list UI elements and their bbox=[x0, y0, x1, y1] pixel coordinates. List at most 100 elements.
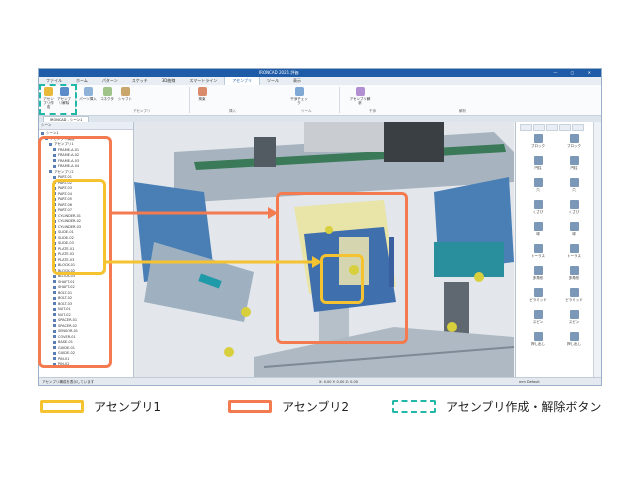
catalog-tool-button[interactable] bbox=[520, 124, 532, 131]
menu-item[interactable]: 表示 bbox=[286, 77, 308, 85]
tree-item[interactable]: PIN-02 bbox=[53, 362, 69, 367]
3d-viewport[interactable] bbox=[134, 122, 514, 377]
tree-item[interactable]: アセンブリ1 bbox=[49, 142, 74, 147]
catalog-item[interactable]: トーラス bbox=[558, 244, 590, 259]
tree-item[interactable]: FRAME-A-01 bbox=[53, 148, 79, 153]
menu-item[interactable]: ツール bbox=[260, 77, 286, 85]
catalog-item[interactable]: 押し出し bbox=[558, 332, 590, 347]
tree-item[interactable]: PART-07 bbox=[53, 208, 72, 213]
tree-item[interactable]: FRAME-A-03 bbox=[53, 159, 79, 164]
tree-item[interactable]: SPACER-01 bbox=[53, 318, 77, 323]
menu-item[interactable]: ホーム bbox=[69, 77, 95, 85]
tree-item[interactable]: BOLT-03 bbox=[53, 302, 72, 307]
tree-item[interactable]: NUT-01 bbox=[53, 307, 71, 312]
create-assembly-button[interactable]: アセンブリ作成 bbox=[42, 87, 55, 109]
tree-item[interactable]: SLIDE-01 bbox=[53, 230, 74, 235]
tree-item[interactable]: FRAME-A-04 bbox=[53, 164, 79, 169]
ribbon-button-interference[interactable]: 干渉チェック bbox=[289, 87, 309, 105]
tree-item[interactable]: PART-03 bbox=[53, 186, 72, 191]
catalog-item[interactable]: トーラス bbox=[522, 244, 554, 259]
tree-item[interactable]: BASE-01 bbox=[53, 340, 73, 345]
catalog-item[interactable]: 押し出し bbox=[522, 332, 554, 347]
tree-item[interactable]: GUIDE-02 bbox=[53, 351, 75, 356]
tree-item-label: PIN-02 bbox=[58, 362, 70, 366]
tree-item[interactable]: FRAME-A-02 bbox=[53, 153, 79, 158]
tree-item[interactable]: BOLT-02 bbox=[53, 296, 72, 301]
tree-item[interactable]: SLIDE-03 bbox=[53, 241, 74, 246]
catalog-item[interactable]: くさび bbox=[522, 200, 554, 215]
menu-item[interactable]: スケッチ bbox=[125, 77, 155, 85]
tree-item[interactable]: SENSOR-01 bbox=[53, 329, 78, 334]
tree-item[interactable]: PLATE-03 bbox=[53, 258, 74, 263]
catalog-tool-button[interactable] bbox=[572, 124, 584, 131]
dimension-marker bbox=[389, 237, 394, 287]
catalog-item[interactable]: 円柱 bbox=[558, 156, 590, 171]
tree-item-label: NUT-01 bbox=[58, 307, 71, 311]
tree-item-label: アセンブリ1 bbox=[54, 142, 74, 146]
catalog-tool-button[interactable] bbox=[546, 124, 558, 131]
tree-item[interactable]: PLATE-01 bbox=[53, 247, 74, 252]
tree-item[interactable]: PLATE-02 bbox=[53, 252, 74, 257]
catalog-tool-button[interactable] bbox=[533, 124, 545, 131]
tree-item-label: SENSOR-01 bbox=[58, 329, 79, 333]
tree-item[interactable]: CYLINDER-03 bbox=[53, 225, 81, 230]
ribbon-button-constraint[interactable]: 拘束 bbox=[194, 87, 210, 101]
tree-item[interactable]: PART-01 bbox=[53, 175, 72, 180]
part-icon bbox=[53, 362, 56, 366]
tree-item[interactable]: SHAFT-01 bbox=[53, 280, 75, 285]
menu-item[interactable]: アセンブリ bbox=[224, 77, 261, 85]
tree-item-label: GUIDE-02 bbox=[58, 351, 75, 355]
tree-item[interactable]: CYLINDER-02 bbox=[53, 219, 81, 224]
tree-item[interactable]: BLOCK-03 bbox=[53, 274, 75, 279]
tree-item[interactable]: BLOCK-01 bbox=[53, 263, 75, 268]
tree-item-label: PART-01 bbox=[58, 175, 72, 179]
catalog-item[interactable]: スピン bbox=[558, 310, 590, 325]
tree-item[interactable]: BOLT-01 bbox=[53, 291, 72, 296]
window-controls[interactable]: — ▢ ✕ bbox=[553, 69, 597, 77]
catalog-item[interactable]: 球 bbox=[522, 222, 554, 237]
tree-item[interactable]: CYLINDER-01 bbox=[53, 214, 81, 219]
tree-item[interactable]: NUT-02 bbox=[53, 313, 71, 318]
shape-icon bbox=[533, 288, 543, 297]
tree-item[interactable]: シーン1 bbox=[41, 131, 59, 136]
catalog-item[interactable]: ブロック bbox=[558, 134, 590, 149]
tree-item[interactable]: PIN-01 bbox=[53, 357, 69, 362]
tree-item[interactable]: PART-04 bbox=[53, 192, 72, 197]
tree-item[interactable]: PART-05 bbox=[53, 197, 72, 202]
tree-item[interactable]: PART-02 bbox=[53, 181, 72, 186]
ribbon-button-connector[interactable]: コネクタ bbox=[99, 87, 115, 101]
catalog-item[interactable]: ピラミッド bbox=[558, 288, 590, 303]
tree-item[interactable]: アセンブリ2 bbox=[49, 170, 74, 175]
ribbon-button-analysis[interactable]: アセンブリ解析 bbox=[349, 87, 371, 105]
catalog-item[interactable]: ピラミッド bbox=[522, 288, 554, 303]
dissolve-assembly-button[interactable]: アセンブリ解除 bbox=[57, 87, 71, 105]
catalog-item[interactable]: 穴 bbox=[558, 178, 590, 193]
catalog-tab-strip[interactable] bbox=[593, 122, 601, 377]
menu-item[interactable]: ファイル bbox=[39, 77, 69, 85]
ribbon-button-insert-part[interactable]: パーツ挿入 bbox=[79, 87, 97, 101]
tree-item[interactable]: SLIDE-02 bbox=[53, 236, 74, 241]
tree-item[interactable]: SPACER-02 bbox=[53, 324, 77, 329]
tree-item[interactable]: BLOCK-02 bbox=[53, 269, 75, 274]
ribbon-button-shaft[interactable]: シャフト bbox=[117, 87, 133, 101]
catalog-item[interactable]: 多角形 bbox=[522, 266, 554, 281]
catalog-item[interactable]: 多角形 bbox=[558, 266, 590, 281]
tree-item[interactable]: COVER-01 bbox=[53, 335, 76, 340]
menu-item[interactable]: 3D曲線 bbox=[155, 77, 183, 85]
tree-item[interactable]: GUIDE-01 bbox=[53, 346, 75, 351]
tree-item[interactable]: PART-06 bbox=[53, 203, 72, 208]
menu-item[interactable]: スマートライン bbox=[182, 77, 224, 85]
catalog-item[interactable]: ブロック bbox=[522, 134, 554, 149]
catalog-item[interactable]: 球 bbox=[558, 222, 590, 237]
catalog-item[interactable]: スピン bbox=[522, 310, 554, 325]
tree-item[interactable]: SHAFT-02 bbox=[53, 285, 75, 290]
catalog-item[interactable]: 穴 bbox=[522, 178, 554, 193]
tree-item[interactable]: アセンブリ構成 bbox=[45, 137, 74, 142]
catalog-tool-button[interactable] bbox=[559, 124, 571, 131]
tree-item-label: SPACER-02 bbox=[58, 323, 78, 328]
part-icon bbox=[53, 318, 56, 322]
status-message: アセンブリ構成を表示しています bbox=[42, 380, 95, 384]
catalog-item[interactable]: くさび bbox=[558, 200, 590, 215]
catalog-item[interactable]: 円柱 bbox=[522, 156, 554, 171]
menu-item[interactable]: パターン bbox=[95, 77, 125, 85]
